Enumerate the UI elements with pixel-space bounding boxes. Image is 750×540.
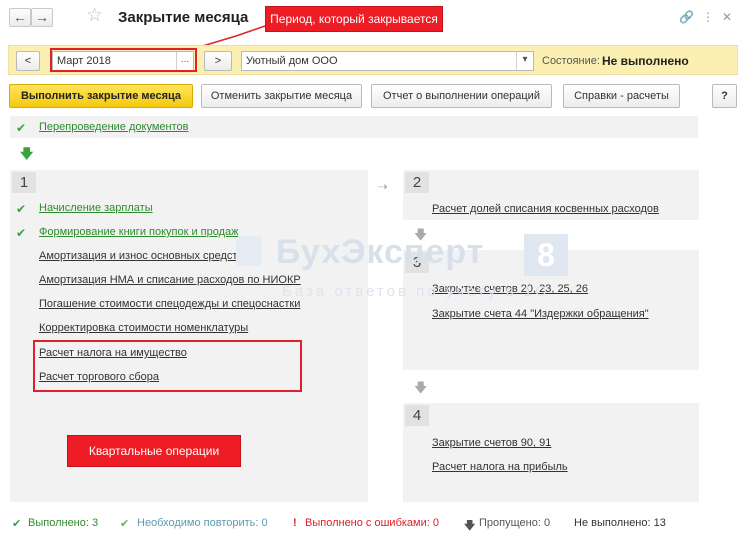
next-period-button[interactable]: > [204, 51, 232, 71]
prev-period-button[interactable]: < [16, 51, 40, 71]
status-done: Выполнено: 3 [28, 517, 99, 529]
organization-value: Уютный дом ООО [246, 55, 338, 67]
op-payroll[interactable]: Начисление зарплаты [39, 202, 153, 214]
double-check-icon: ✔ [16, 226, 27, 240]
op-close-account-44[interactable]: Закрытие счета 44 "Издержки обращения" [432, 308, 649, 320]
op-workwear-cost[interactable]: Погашение стоимости спецодежды и спецосн… [39, 298, 300, 310]
arrow-down-icon: 🡇 [414, 380, 428, 395]
report-button[interactable]: Отчет о выполнении операций [371, 84, 552, 108]
op-depreciation-fixed-assets[interactable]: Амортизация и износ основных средств [39, 250, 243, 262]
status-error-icon: ! [293, 517, 297, 529]
op-amortization-intangibles[interactable]: Амортизация НМА и списание расходов по Н… [39, 274, 301, 286]
status-repeat: Необходимо повторить: 0 [137, 517, 268, 529]
op-close-accounts-90-91[interactable]: Закрытие счетов 90, 91 [432, 437, 551, 449]
watermark-brand: БухЭксперт [276, 233, 485, 271]
arrow-down-icon: 🡇 [20, 146, 34, 161]
chevron-down-icon[interactable]: ▾ [516, 52, 533, 70]
run-closing-button[interactable]: Выполнить закрытие месяца [9, 84, 193, 108]
state-label: Состояние: [542, 55, 600, 67]
watermark-logo [236, 236, 262, 266]
op-profit-tax[interactable]: Расчет налога на прибыль [432, 461, 568, 473]
arrow-right-icon: ➝ [377, 179, 388, 194]
status-done-icon: ✔ [12, 518, 22, 530]
check-icon: ✔ [16, 121, 27, 135]
status-skip-icon: 🡇 [464, 520, 476, 532]
stage-4-panel [403, 403, 699, 502]
status-errors: Выполнено с ошибками: 0 [305, 517, 439, 529]
cancel-closing-button[interactable]: Отменить закрытие месяца [201, 84, 362, 108]
watermark-tagline: База ответов по учету в 1С [282, 283, 549, 300]
status-repeat-icon: ✔ [120, 518, 130, 530]
organization-select[interactable]: Уютный дом ООО ▾ [241, 51, 534, 71]
op-inventory-cost-adjustment[interactable]: Корректировка стоимости номенклатуры [39, 322, 248, 334]
double-check-icon: ✔ [16, 202, 27, 216]
stage-4-number: 4 [405, 405, 429, 426]
op-repost-documents[interactable]: Перепроведение документов [39, 121, 188, 133]
stage-1-number: 1 [12, 172, 36, 193]
watermark-digit: 8 [524, 234, 568, 276]
state-value: Не выполнено [602, 54, 689, 68]
status-skipped: Пропущено: 0 [479, 517, 551, 529]
reference-calc-button[interactable]: Справки - расчеты [563, 84, 680, 108]
status-not-done: Не выполнено: 13 [574, 517, 666, 529]
quarterly-highlight [33, 340, 302, 392]
quarterly-callout: Квартальные операции [67, 435, 241, 467]
help-button[interactable]: ? [712, 84, 737, 108]
op-purchase-sales-book[interactable]: Формирование книги покупок и продаж [39, 226, 239, 238]
period-highlight [50, 48, 197, 72]
stage-2-number: 2 [405, 172, 429, 193]
op-indirect-cost-shares[interactable]: Расчет долей списания косвенных расходов [432, 203, 659, 215]
